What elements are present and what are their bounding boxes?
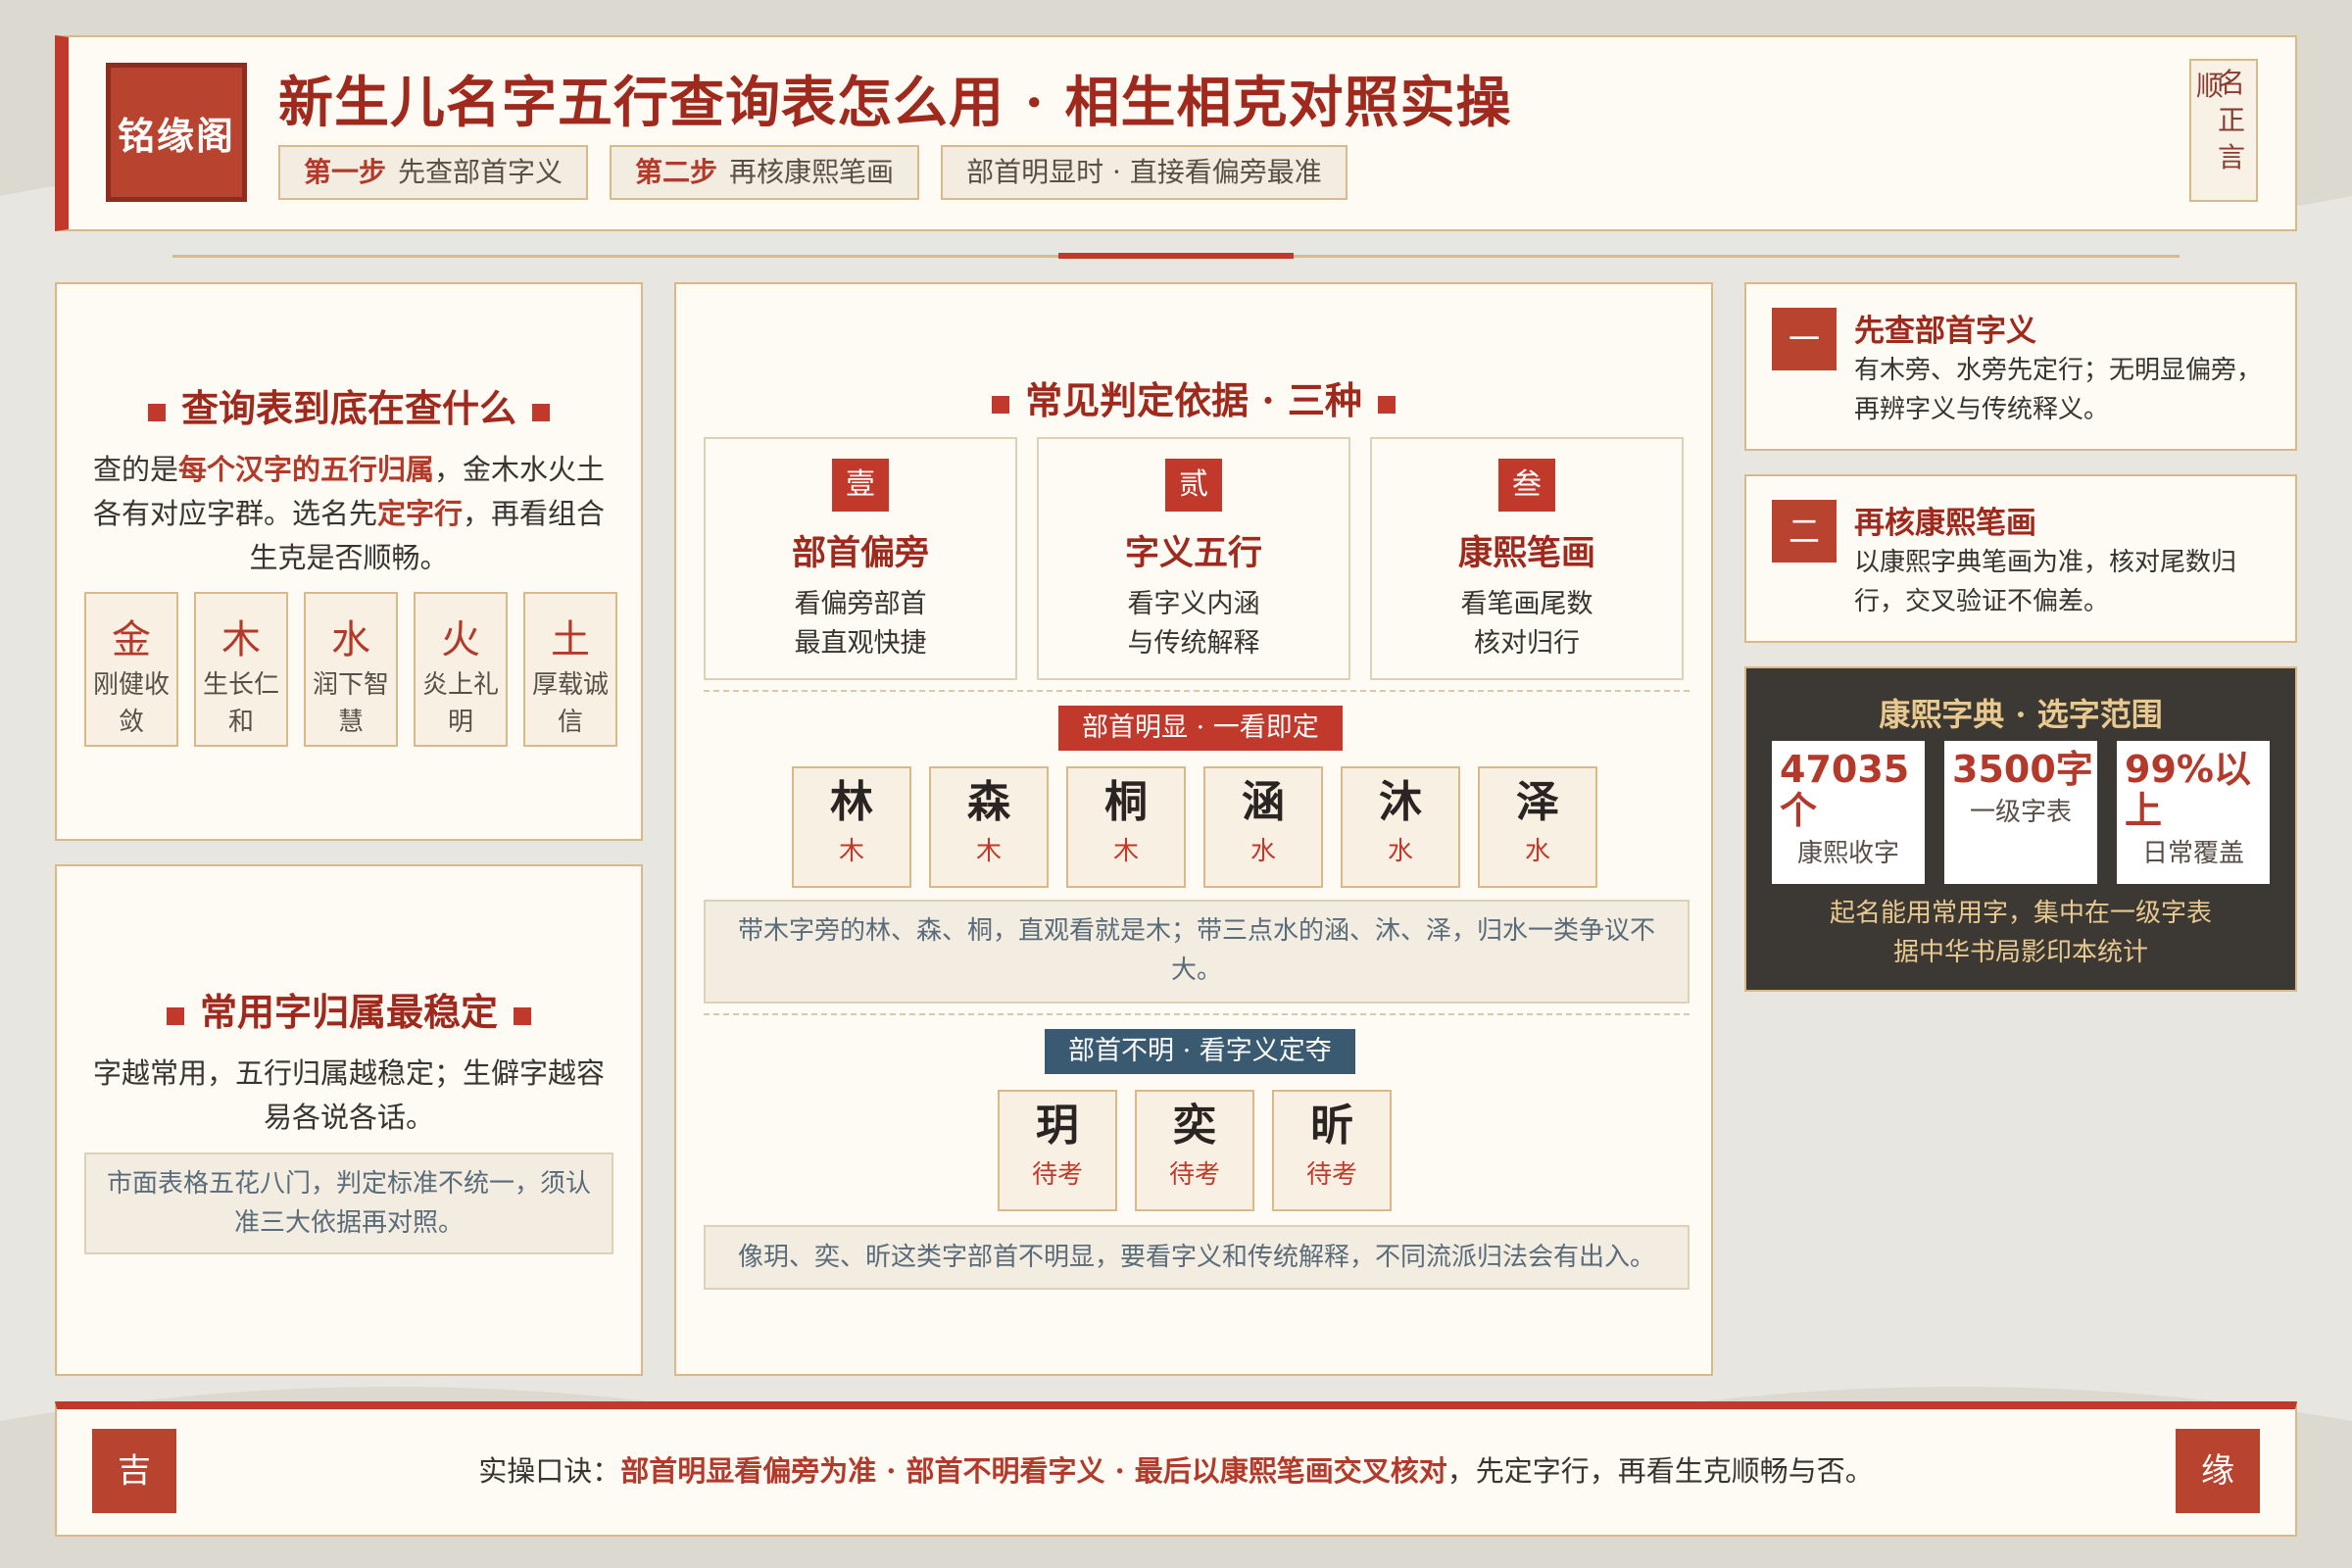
char-box: 泽水: [1478, 766, 1597, 888]
center-card: 常见判定依据 · 三种 壹 部首偏旁 看偏旁部首 最直观快捷 贰 字义五行 看字义…: [674, 282, 1713, 1376]
header-divider-accent: [1058, 253, 1294, 259]
char-box: 涵水: [1203, 766, 1323, 888]
char-box: 桐木: [1066, 766, 1186, 888]
note-radical-clear: 带木字旁的林、森、桐，直观看就是木；带三点水的涵、沐、泽，归水一类争议不大。: [704, 900, 1690, 1004]
dict-stats-title: 康熙字典 · 选字范围: [1879, 696, 2163, 733]
step-desc-two: 以康熙字典笔画为准，核对尾数归行，交叉验证不偏差。: [1854, 548, 2237, 616]
char-box: 林木: [792, 766, 911, 888]
basis-desc-3: 看笔画尾数 核对归行: [1460, 589, 1593, 659]
note-radical-unclear: 像玥、奕、昕这类字部首不明显，要看字义和传统解释，不同流派归法会有出入。: [704, 1225, 1690, 1290]
step-badge-one: 一: [1772, 308, 1837, 370]
element-water: 水润下智慧: [304, 592, 398, 747]
stat-kangxi-count: 47035个 康熙收字: [1772, 741, 1925, 884]
left-card-stable-title: 常用字归属最稳定: [57, 982, 641, 1036]
basis-desc-2: 看字义内涵 与传统解释: [1127, 589, 1260, 659]
left-card-stable-note: 市面表格五花八门，判定标准不统一，须认准三大依据再对照。: [84, 1152, 613, 1254]
basis-meaning: 贰 字义五行 看字义内涵 与传统解释: [1037, 437, 1350, 680]
basis-badge-1: 壹: [832, 459, 889, 512]
header-seal: 名正言 顺: [2189, 59, 2258, 202]
element-row: 金刚健收敛 木生长仁和 水润下智慧 火炎上礼明 土厚载诚信: [84, 592, 617, 747]
footer-seal-right: 缘: [2176, 1429, 2260, 1513]
element-earth: 土厚载诚信: [523, 592, 617, 747]
center-dash-2: [704, 1013, 1690, 1015]
footer-formula: 实操口诀：部首明显看偏旁为准 · 部首不明看字义 · 最后以康熙笔画交叉核对，先…: [478, 1454, 1874, 1488]
basis-radical: 壹 部首偏旁 看偏旁部首 最直观快捷: [704, 437, 1017, 680]
seal-col-left: 顺: [2195, 70, 2224, 102]
step-title-two: 再核康熙笔画: [1854, 506, 2036, 541]
left-card-what-text: 查的是每个汉字的五行归属，金木水火土各有对应字群。选名先定字行，再看组合生克是否…: [92, 453, 606, 574]
step-badge-two: 二: [1772, 500, 1837, 563]
basis-title-2: 字义五行: [1124, 533, 1262, 573]
dict-stats-footnote: 起名能用常用字，集中在一级字表 据中华书局影印本统计: [1829, 899, 2212, 967]
basis-badge-3: 叁: [1498, 459, 1555, 512]
center-dash-1: [704, 690, 1690, 692]
basis-title-1: 部首偏旁: [791, 533, 929, 573]
stat-coverage: 99%以上 日常覆盖: [2117, 741, 2270, 884]
tag-tip: 部首明显时 · 直接看偏旁最准: [941, 145, 1348, 200]
step-card-two: 二 再核康熙笔画 以康熙字典笔画为准，核对尾数归行，交叉验证不偏差。: [1744, 474, 2297, 643]
left-card-stable: 常用字归属最稳定 字越常用，五行归属越稳定；生僻字越容易各说各话。 市面表格五花…: [55, 864, 643, 1376]
element-fire: 火炎上礼明: [414, 592, 508, 747]
char-box: 奕待考: [1135, 1090, 1254, 1211]
char-box: 沐水: [1341, 766, 1460, 888]
pill-radical-clear: 部首明显 · 一看即定: [1058, 706, 1343, 751]
left-card-what: 查询表到底在查什么 查的是每个汉字的五行归属，金木水火土各有对应字群。选名先定字…: [55, 282, 643, 841]
footer-panel: 吉 实操口诀：部首明显看偏旁为准 · 部首不明看字义 · 最后以康熙笔画交叉核对…: [55, 1401, 2297, 1537]
page-title: 新生儿名字五行查询表怎么用 · 相生相克对照实操: [278, 71, 1512, 135]
dict-stats-panel: 康熙字典 · 选字范围 47035个 康熙收字 3500字 一级字表 99%以上 日常…: [1744, 666, 2297, 992]
basis-desc-1: 看偏旁部首 最直观快捷: [794, 589, 927, 659]
step-tags: 第一步 先查部首字义 第二步 再核康熙笔画 部首明显时 · 直接看偏旁最准: [278, 145, 1348, 200]
step-desc-one: 有木旁、水旁先定行；无明显偏旁，再辨字义与传统释义。: [1854, 356, 2263, 424]
basis-strokes: 叁 康熙笔画 看笔画尾数 核对归行: [1370, 437, 1684, 680]
stat-level-one: 3500字 一级字表: [1944, 741, 2097, 884]
center-card-title: 常见判定依据 · 三种: [676, 370, 1711, 424]
char-box: 玥待考: [998, 1090, 1117, 1211]
step-card-one: 一 先查部首字义 有木旁、水旁先定行；无明显偏旁，再辨字义与传统释义。: [1744, 282, 2297, 451]
left-card-stable-text: 字越常用，五行归属越稳定；生僻字越容易各说各话。: [92, 1056, 605, 1134]
tag-step-one: 第一步 先查部首字义: [278, 145, 589, 200]
basis-title-3: 康熙笔画: [1457, 533, 1595, 573]
char-box: 森木: [929, 766, 1049, 888]
char-box: 昕待考: [1272, 1090, 1392, 1211]
brand-logo: 铭缘阁: [106, 63, 247, 202]
element-wood: 木生长仁和: [194, 592, 288, 747]
pill-radical-unclear: 部首不明 · 看字义定夺: [1045, 1029, 1355, 1074]
step-title-one: 先查部首字义: [1854, 314, 2036, 349]
element-metal: 金刚健收敛: [84, 592, 178, 747]
tag-step-two: 第二步 再核康熙笔画: [610, 145, 920, 200]
left-card-what-title: 查询表到底在查什么: [57, 378, 641, 432]
basis-badge-2: 贰: [1165, 459, 1222, 512]
